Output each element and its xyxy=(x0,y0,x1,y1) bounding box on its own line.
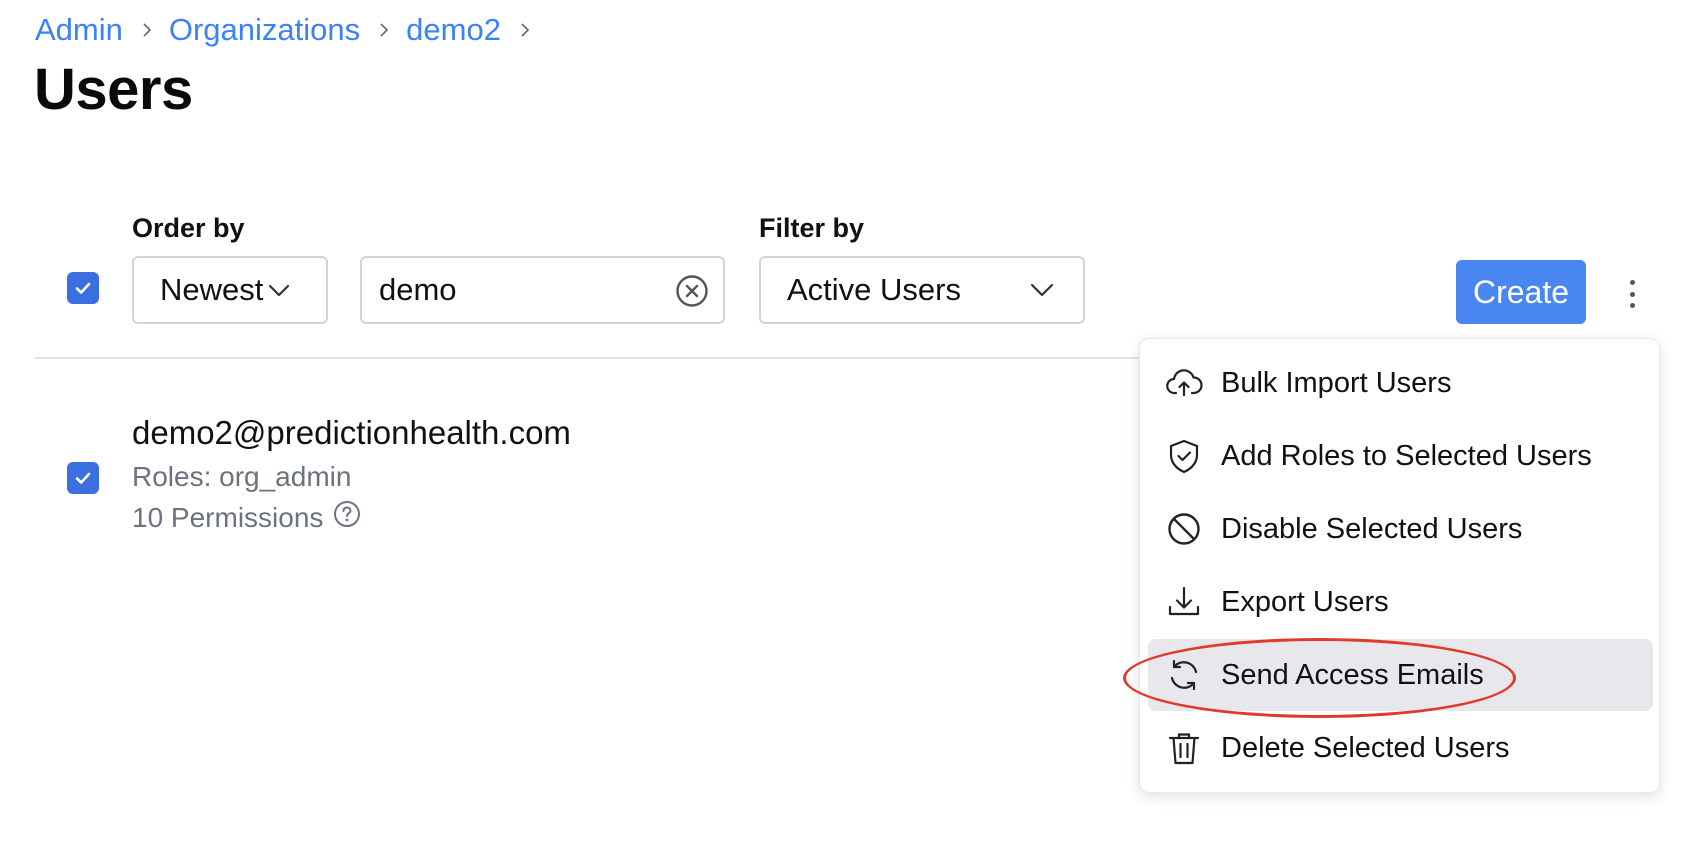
check-icon xyxy=(75,472,91,484)
menu-item-send-access-emails[interactable]: Send Access Emails xyxy=(1148,639,1653,711)
menu-item-export[interactable]: Export Users xyxy=(1148,566,1653,638)
actions-menu: Bulk Import Users Add Roles to Selected … xyxy=(1139,338,1660,793)
ban-icon xyxy=(1164,509,1204,549)
order-by-select[interactable]: Newest xyxy=(132,256,328,324)
menu-item-add-roles[interactable]: Add Roles to Selected Users xyxy=(1148,420,1653,492)
chevron-down-icon xyxy=(1029,277,1055,303)
user-roles: Roles: org_admin xyxy=(132,461,352,492)
menu-item-label: Bulk Import Users xyxy=(1221,366,1452,399)
menu-item-label: Delete Selected Users xyxy=(1221,731,1510,764)
user-permissions: 10 Permissions xyxy=(132,500,361,536)
order-by-label: Order by xyxy=(132,213,245,243)
shield-check-icon xyxy=(1164,436,1204,476)
order-by-value: Newest xyxy=(160,272,264,307)
search-field[interactable] xyxy=(360,256,725,324)
cloud-upload-icon xyxy=(1164,363,1204,403)
menu-item-disable[interactable]: Disable Selected Users xyxy=(1148,493,1653,565)
chevron-right-icon xyxy=(517,22,533,38)
more-options-icon[interactable] xyxy=(1620,276,1644,312)
menu-item-bulk-import[interactable]: Bulk Import Users xyxy=(1148,347,1653,419)
select-all-checkbox[interactable] xyxy=(67,272,99,304)
breadcrumb-demo2[interactable]: demo2 xyxy=(406,10,501,50)
download-icon xyxy=(1164,582,1204,622)
menu-item-label: Add Roles to Selected Users xyxy=(1221,439,1592,472)
chevron-down-icon xyxy=(267,278,291,302)
breadcrumb-organizations[interactable]: Organizations xyxy=(169,10,360,50)
divider xyxy=(35,357,1145,359)
trash-icon xyxy=(1164,728,1204,768)
search-input[interactable] xyxy=(362,272,642,308)
breadcrumb-admin[interactable]: Admin xyxy=(35,10,123,50)
filter-by-select[interactable]: Active Users xyxy=(759,256,1085,324)
create-button[interactable]: Create xyxy=(1456,260,1586,324)
check-icon xyxy=(75,282,91,294)
user-email[interactable]: demo2@predictionhealth.com xyxy=(132,413,571,453)
chevron-right-icon xyxy=(376,22,392,38)
refresh-icon xyxy=(1164,655,1204,695)
menu-item-label: Export Users xyxy=(1221,585,1389,618)
permissions-count: 10 Permissions xyxy=(132,502,324,533)
user-row-checkbox[interactable] xyxy=(67,462,99,494)
menu-item-label: Send Access Emails xyxy=(1221,658,1484,691)
chevron-right-icon xyxy=(139,22,155,38)
filter-by-label: Filter by xyxy=(759,213,865,243)
menu-item-delete[interactable]: Delete Selected Users xyxy=(1148,712,1653,784)
filter-by-value: Active Users xyxy=(787,272,961,307)
breadcrumb: Admin Organizations demo2 xyxy=(35,10,547,50)
help-circle-icon[interactable] xyxy=(333,500,361,536)
clear-search-icon[interactable] xyxy=(675,274,709,313)
page-title: Users xyxy=(34,57,193,122)
menu-item-label: Disable Selected Users xyxy=(1221,512,1523,545)
